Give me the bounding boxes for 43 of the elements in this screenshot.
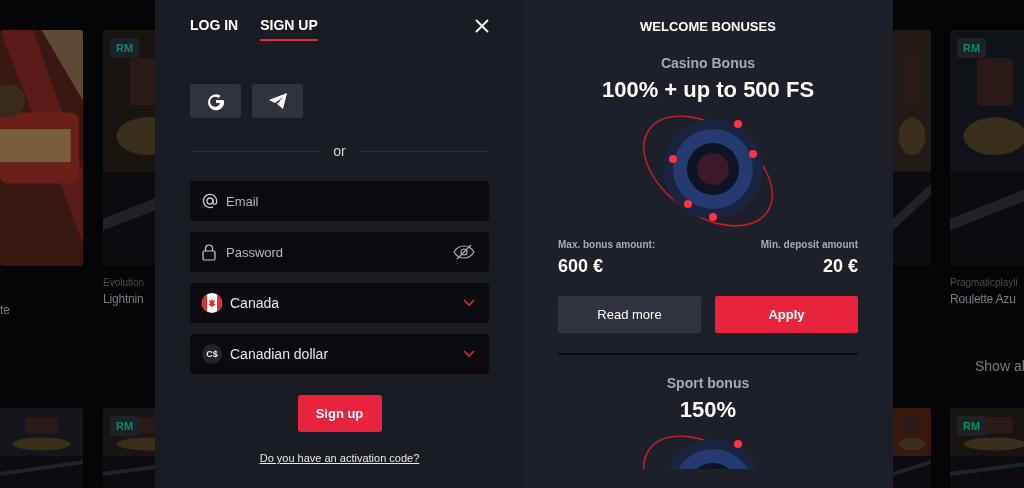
game-title[interactable]: Roulette Azu [950,292,1016,306]
badge: RM [957,416,987,436]
divider-label: or [333,143,346,159]
game-provider: Pragmaticplayli [950,277,1018,288]
read-more-button[interactable]: Read more [558,296,701,333]
panel-title: WELCOME BONUSES [640,19,776,34]
tab[interactable]: SIGN UP [260,17,318,41]
eye-slash-icon[interactable] [453,244,475,260]
google-icon [205,91,226,111]
game-provider: Evolution [103,277,145,288]
badge: RM [110,38,140,58]
sign-up-button[interactable]: Sign up [297,395,382,432]
chevron-down-icon[interactable] [463,350,475,358]
bonus-headline: 150% [679,397,737,423]
close-button[interactable] [475,19,489,33]
show-all-link[interactable]: Show al [975,358,1024,374]
tab[interactable]: LOG IN [190,17,239,41]
bonus-category: Casino Bonus [660,55,756,71]
stat-value: 20 € [822,256,858,277]
stat-label: Max. bonus amount: [558,239,656,250]
social-login-button[interactable] [190,84,241,118]
at-icon [202,193,218,209]
canada-flag-icon [202,293,222,313]
stat-value: 600 € [558,256,604,277]
bonus-headline: 100% + up to 500 FS [601,77,815,103]
chevron-down-icon[interactable] [463,299,475,307]
lock-icon [202,244,216,261]
badge: RM [957,38,987,58]
badge: RM [110,416,140,436]
email-field[interactable]: Email [190,181,489,221]
game-title[interactable]: Lightnin [103,292,144,306]
currency-select[interactable]: C$ Canadian dollar [190,334,489,374]
game-title[interactable]: te [0,303,10,317]
apply-button[interactable]: Apply [715,296,858,333]
close-icon [475,19,489,33]
stat-label: Min. deposit amount [760,239,858,250]
country-select[interactable]: Canada [190,283,489,323]
telegram-icon [267,92,288,110]
password-field[interactable]: Password [190,232,489,272]
social-login-button[interactable] [252,84,303,118]
activation-code-link[interactable]: Do you have an activation code? [259,452,420,464]
bonus-category: Sport bonus [666,375,750,391]
currency-symbol: C$ [202,344,222,364]
